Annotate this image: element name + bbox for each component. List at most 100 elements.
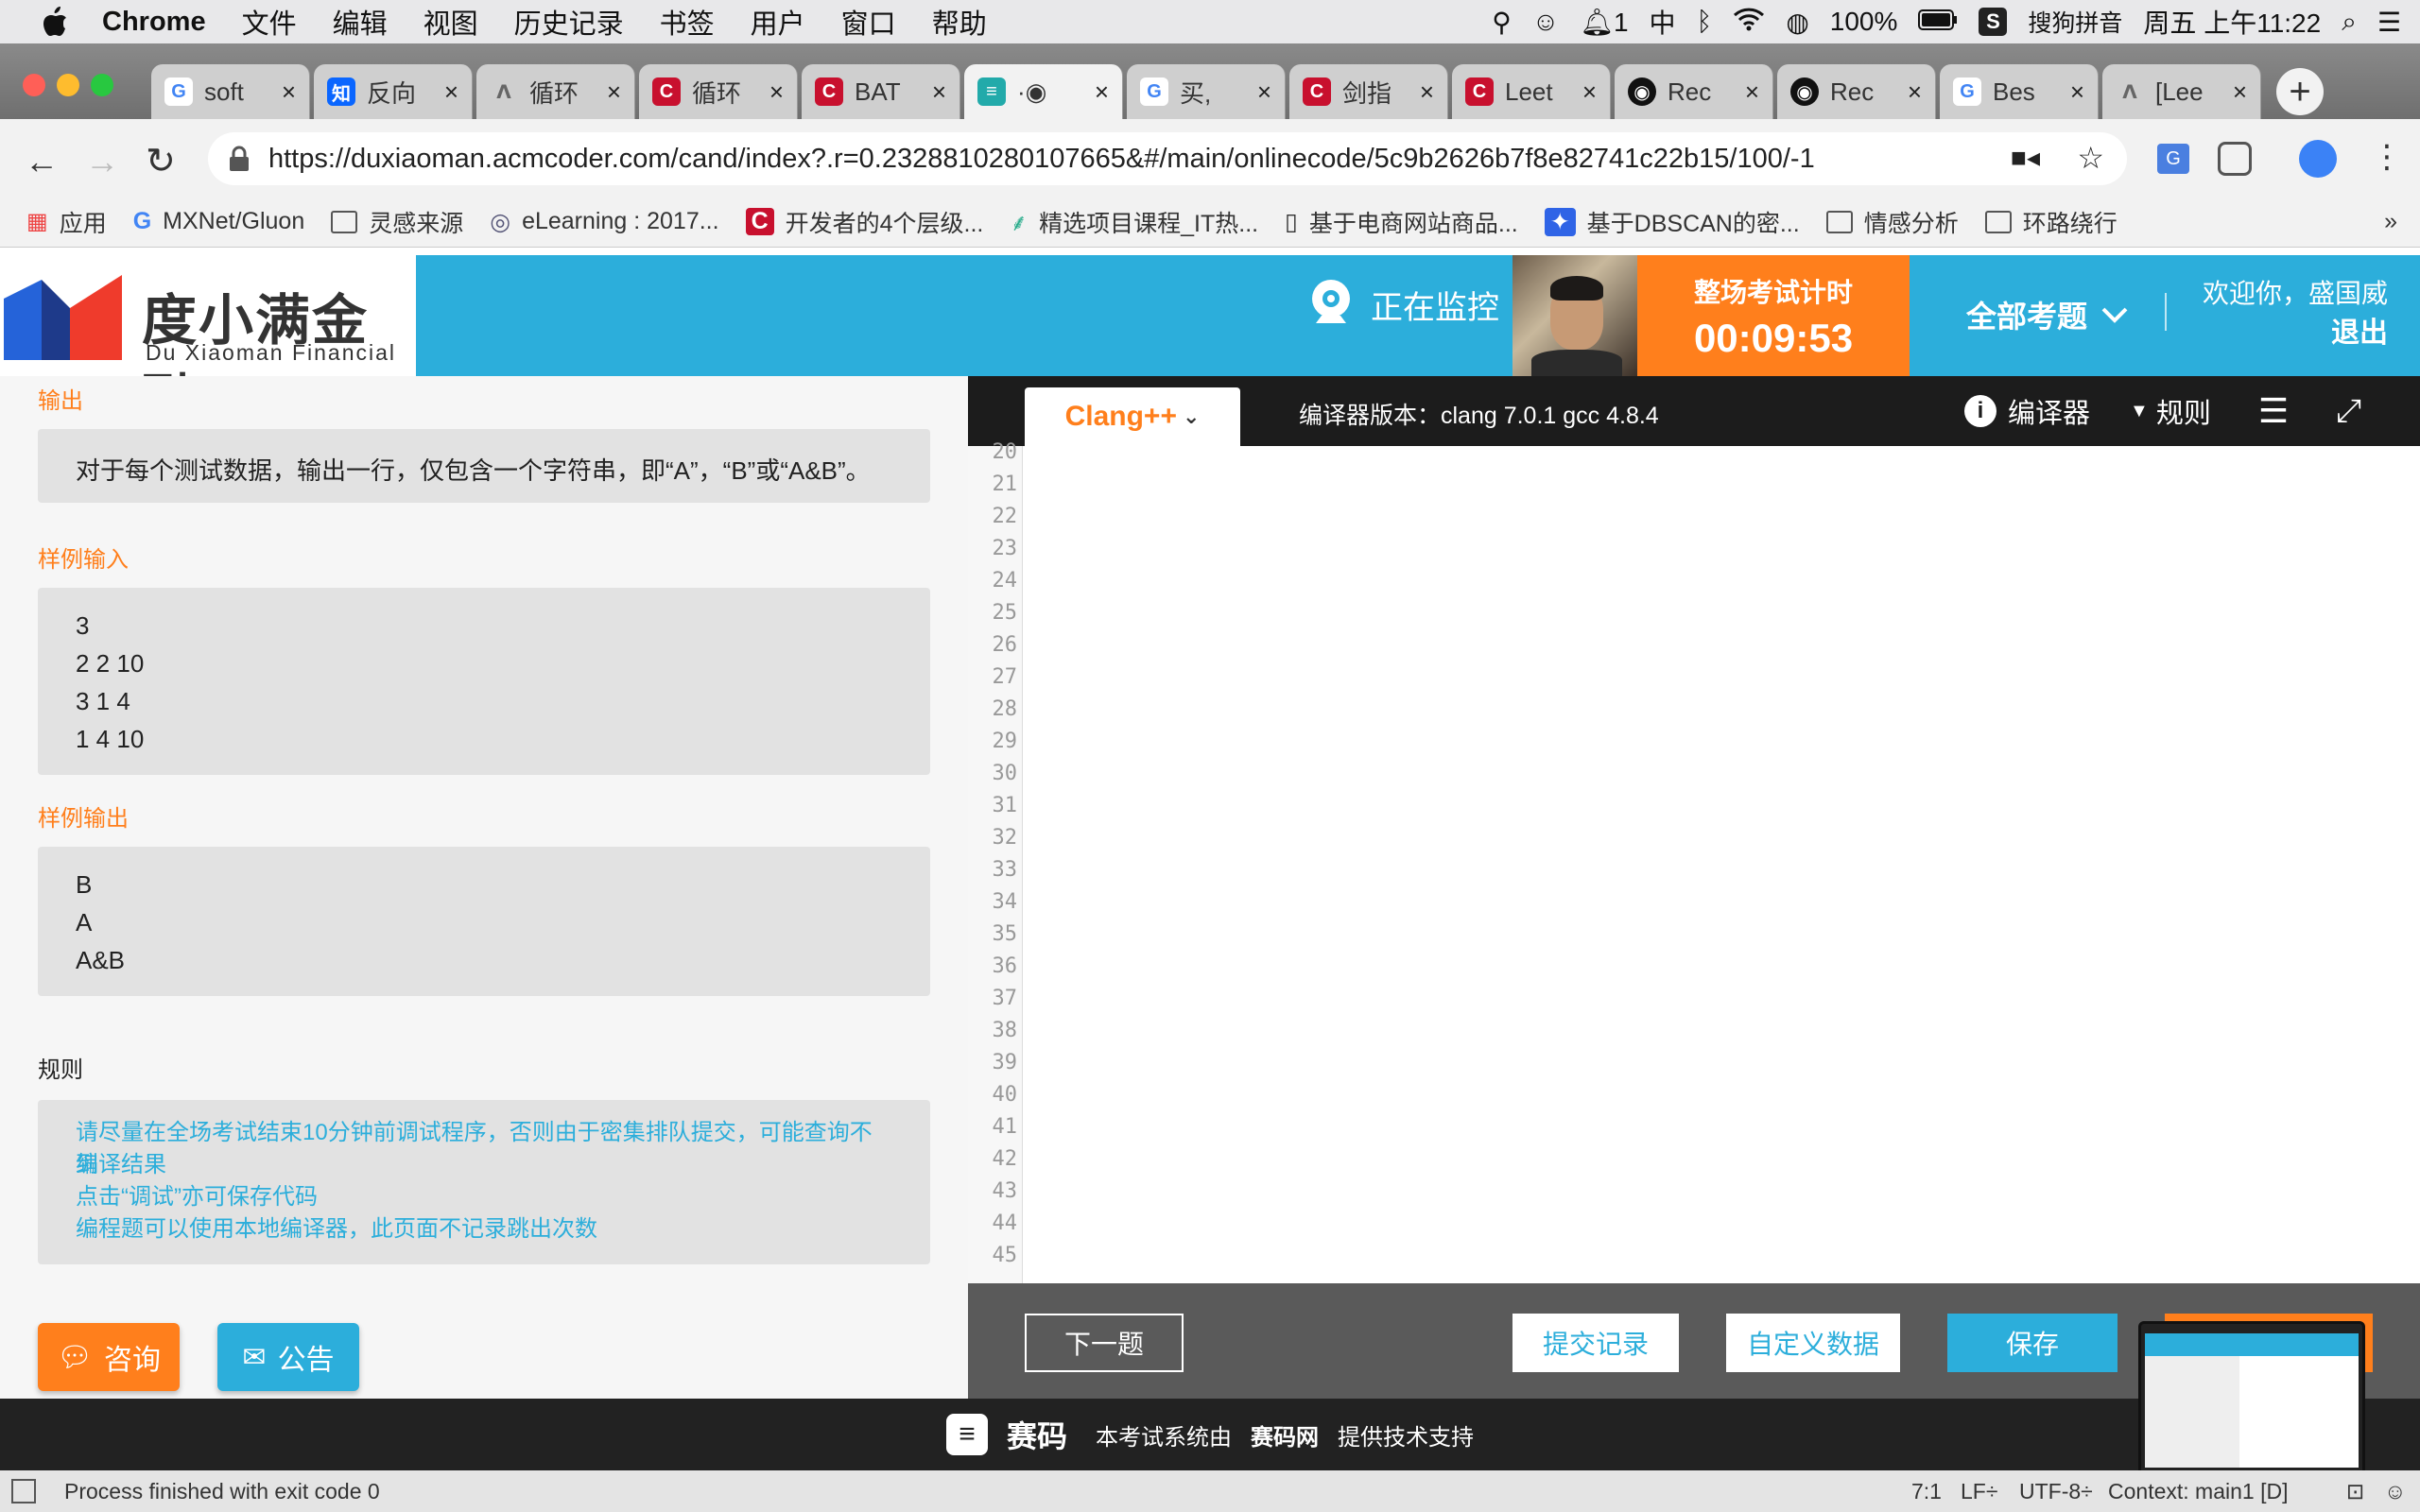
bluetooth-icon[interactable]: ᛒ (1697, 7, 1713, 37)
menu-bookmarks[interactable]: 书签 (660, 2, 715, 42)
forward-icon[interactable]: → (85, 142, 119, 181)
tab-13[interactable]: ᐱ [Lee × (2102, 64, 2261, 119)
lock-status-icon[interactable]: ⊡ (2346, 1479, 2364, 1504)
menu-window[interactable]: 窗口 (841, 2, 896, 42)
menu-app-name[interactable]: Chrome (102, 7, 206, 38)
bookmark-folder-inspiration[interactable]: 灵感来源 (331, 205, 463, 239)
bookmark-courses[interactable]: ⸙ 精选项目课程_IT热... (1010, 205, 1258, 239)
bookmark-dbscan[interactable]: ✦ 基于DBSCAN的密... (1544, 205, 1800, 239)
window-close-button[interactable] (23, 74, 45, 96)
star-icon[interactable]: ☆ (2077, 140, 2104, 176)
rules-button[interactable]: 规则 (2156, 391, 2211, 431)
inspector-icon[interactable]: ☺ (2384, 1479, 2406, 1504)
custom-data-button[interactable]: 自定义数据 (1726, 1314, 1900, 1372)
compiler-button[interactable]: 编译器 (2008, 391, 2090, 431)
next-question-button[interactable]: 下一题 (1025, 1314, 1184, 1372)
menu-view[interactable]: 视图 (424, 2, 478, 42)
footer-text-brand: 赛码网 (1251, 1424, 1319, 1451)
close-tab-icon[interactable]: × (1745, 77, 1759, 107)
logo[interactable]: 度小满金融 Du Xiaoman Financial (0, 255, 416, 431)
submit-records-button[interactable]: 提交记录 (1512, 1314, 1679, 1372)
tab-11[interactable]: ◉ Rec × (1777, 64, 1936, 119)
window-zoom-button[interactable] (91, 74, 113, 96)
close-tab-icon[interactable]: × (1095, 77, 1109, 107)
smiley-icon[interactable]: ☺ (1532, 7, 1560, 37)
statusbar-toggle-icon[interactable] (11, 1479, 36, 1503)
bookmark-mxnet[interactable]: G MXNet/Gluon (133, 208, 305, 235)
apple-icon[interactable] (36, 3, 74, 41)
close-tab-icon[interactable]: × (1908, 77, 1922, 107)
tab-7[interactable]: G 买, × (1127, 64, 1286, 119)
consult-button[interactable]: 💬︎ 咨询 (38, 1323, 180, 1391)
envelope-icon: ✉ (242, 1341, 267, 1373)
tab-1[interactable]: G soft × (151, 64, 310, 119)
back-icon[interactable]: ← (25, 142, 59, 181)
context-info[interactable]: Context: main1 [D] (2108, 1479, 2288, 1504)
menu-help[interactable]: 帮助 (932, 2, 987, 42)
close-tab-icon[interactable]: × (1582, 77, 1597, 107)
incognito-extension-icon[interactable] (2218, 142, 2252, 176)
tab-5[interactable]: C BAT × (802, 64, 960, 119)
close-tab-icon[interactable]: × (2233, 77, 2247, 107)
tab-2[interactable]: 知 反向 × (314, 64, 473, 119)
indent-icon[interactable]: ☰ (2258, 391, 2289, 431)
reload-icon[interactable]: ↻ (146, 140, 176, 182)
sogou-icon[interactable]: S (1979, 8, 2008, 36)
menu-edit[interactable]: 编辑 (333, 2, 388, 42)
tab-10[interactable]: ◉ Rec × (1615, 64, 1773, 119)
close-tab-icon[interactable]: × (607, 77, 621, 107)
camera-icon[interactable]: ■◂ (2011, 142, 2040, 173)
code-editor[interactable] (968, 446, 2420, 1283)
address-bar[interactable]: https://duxiaoman.acmcoder.com/cand/inde… (208, 132, 2127, 185)
line-separator[interactable]: LF÷ (1961, 1479, 1997, 1504)
notice-button[interactable]: ✉ 公告 (217, 1323, 359, 1391)
tab-12[interactable]: G Bes × (1940, 64, 2099, 119)
bookmarks-overflow[interactable]: » (2384, 208, 2397, 235)
close-tab-icon[interactable]: × (769, 77, 784, 107)
bookmark-ecommerce[interactable]: ▯ 基于电商网站商品... (1285, 205, 1518, 239)
notification-center-icon[interactable]: ☰ (2377, 7, 2401, 38)
bookmark-developer[interactable]: C 开发者的4个层级... (745, 205, 983, 239)
input-method-label[interactable]: 搜狗拼音 (2028, 5, 2122, 39)
window-minimize-button[interactable] (57, 74, 79, 96)
bell-icon[interactable]: 🔔︎1 (1580, 7, 1628, 38)
new-tab-button[interactable]: + (2276, 68, 2324, 115)
menu-file[interactable]: 文件 (242, 2, 297, 42)
close-tab-icon[interactable]: × (932, 77, 946, 107)
battery-icon[interactable] (1918, 7, 1958, 37)
saima-logo-icon: ≡ (945, 1414, 988, 1455)
cursor-position[interactable]: 7:1 (1911, 1479, 1942, 1504)
ime-indicator[interactable]: 中 (1650, 3, 1676, 41)
tab-8[interactable]: C 剑指 × (1289, 64, 1448, 119)
tab-6-active[interactable]: ≡ ·◉ × (964, 64, 1123, 119)
datetime[interactable]: 周五 上午11:22 (2143, 3, 2321, 41)
bookmark-apps[interactable]: ▦ 应用 (26, 205, 107, 239)
close-tab-icon[interactable]: × (1420, 77, 1434, 107)
tab-4[interactable]: C 循环 × (639, 64, 798, 119)
menu-user[interactable]: 用户 (751, 2, 805, 42)
language-selector[interactable]: Clang++ ⌄ (1025, 387, 1240, 446)
fullscreen-icon[interactable]: ⤢ (2336, 393, 2361, 430)
logout-link[interactable]: 退出 (2203, 314, 2388, 353)
spotlight-icon[interactable]: ⌕ (2342, 7, 2357, 38)
bookmark-folder-detour[interactable]: 环路绕行 (1984, 205, 2118, 239)
screenshot-thumbnail[interactable] (2138, 1321, 2365, 1484)
close-tab-icon[interactable]: × (1257, 77, 1271, 107)
close-tab-icon[interactable]: × (444, 77, 458, 107)
search-tool-icon[interactable]: ⚲ (1492, 7, 1512, 38)
bookmark-elearning[interactable]: ◎ eLearning : 2017... (490, 208, 718, 236)
all-questions-dropdown[interactable]: 全部考题 (1966, 293, 2129, 336)
file-encoding[interactable]: UTF-8÷ (2019, 1479, 2093, 1504)
close-tab-icon[interactable]: × (2070, 77, 2084, 107)
tab-3[interactable]: ᐱ 循环 × (476, 64, 635, 119)
bookmark-folder-sentiment[interactable]: 情感分析 (1825, 205, 1959, 239)
save-button[interactable]: 保存 (1947, 1314, 2118, 1372)
wifi-icon[interactable] (1733, 7, 1765, 38)
close-tab-icon[interactable]: × (282, 77, 296, 107)
profile-avatar[interactable] (2299, 140, 2337, 178)
chrome-menu-icon[interactable]: ⋮ (2371, 138, 2403, 176)
wechat-icon[interactable]: ◍ (1786, 7, 1808, 38)
tab-9[interactable]: C Leet × (1452, 64, 1611, 119)
menu-history[interactable]: 历史记录 (514, 2, 624, 42)
translate-icon[interactable]: G (2157, 144, 2189, 174)
